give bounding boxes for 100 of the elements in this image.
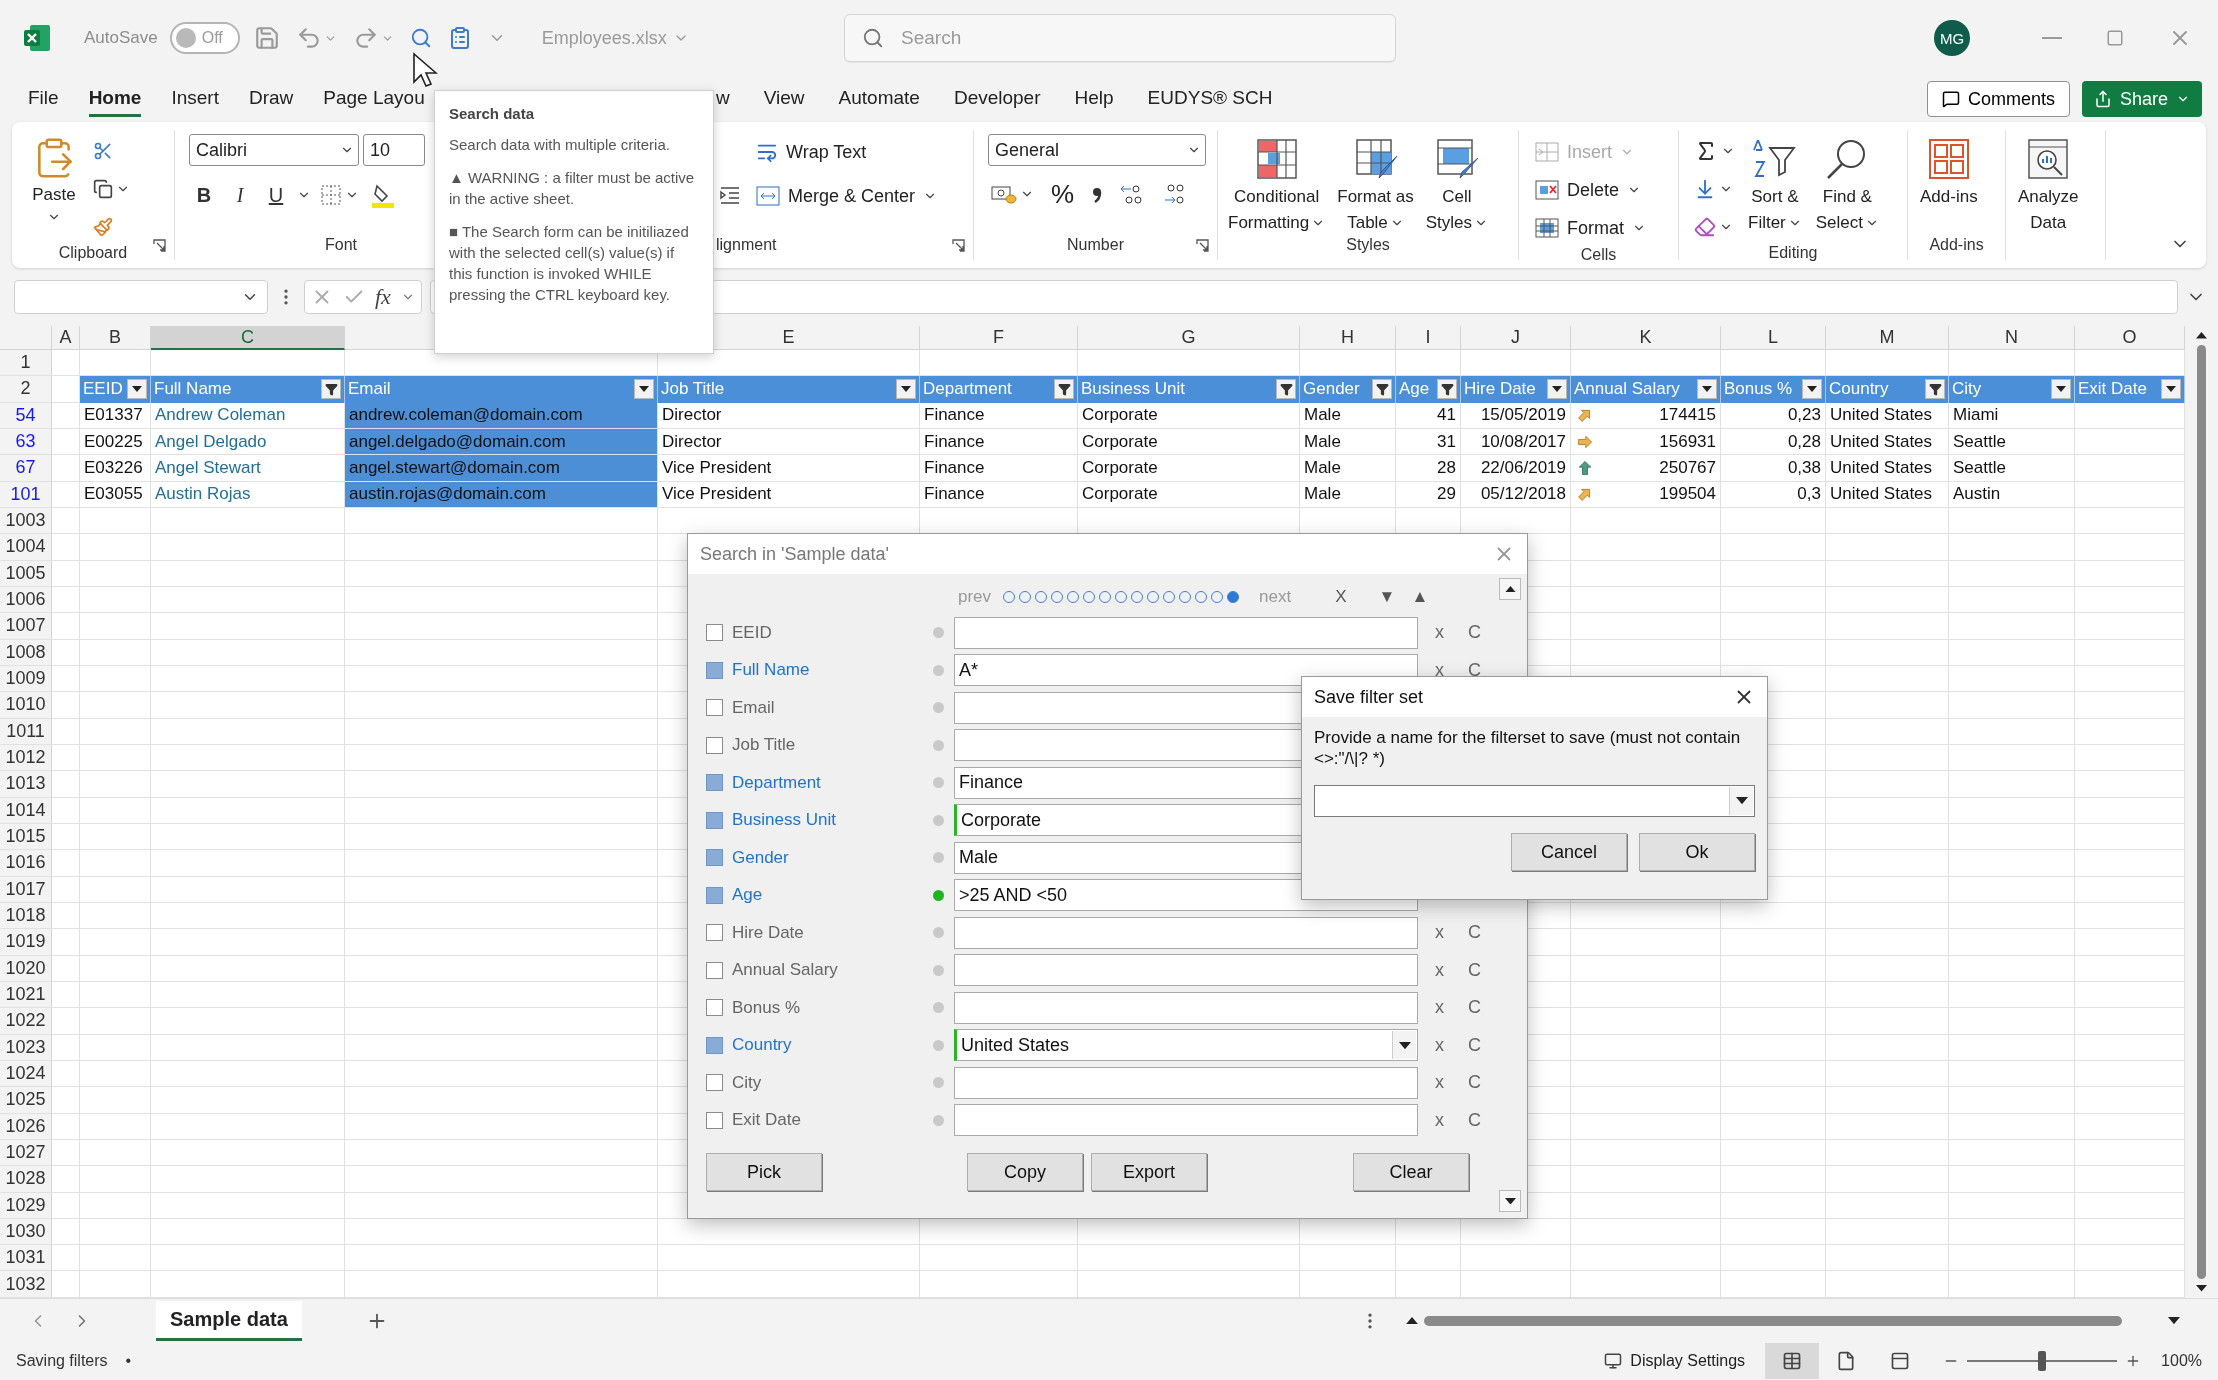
column-letter[interactable]: F (920, 326, 1078, 350)
column-letter[interactable]: I (1396, 326, 1461, 350)
move-down-button[interactable]: ▼ (1378, 587, 1396, 607)
menu-tab[interactable]: Page Layou (323, 81, 425, 117)
row-number[interactable]: 1027 (0, 1139, 52, 1167)
row-number[interactable]: 1028 (0, 1166, 52, 1193)
search-field[interactable]: Search (844, 14, 1396, 62)
c-button[interactable]: C (1461, 1034, 1488, 1056)
c-button[interactable]: C (1461, 622, 1488, 644)
clear-field-button[interactable]: x (1426, 997, 1453, 1019)
editing-button[interactable]: Find & Select (1811, 134, 1884, 236)
row-number[interactable]: 1032 (0, 1271, 52, 1298)
cells-button[interactable]: Delete (1531, 172, 1650, 208)
row-number[interactable]: 1025 (0, 1087, 52, 1114)
wrap-text-button[interactable]: Wrap Text (752, 134, 942, 170)
dialog-button[interactable]: Export (1091, 1153, 1207, 1191)
add-ins-button[interactable]: Add-ins (1916, 134, 1982, 210)
row-number[interactable]: 1015 (0, 823, 52, 851)
row-number[interactable]: 101 (0, 481, 52, 508)
row-number[interactable]: 1016 (0, 850, 52, 877)
style-button[interactable]: Conditional Formatting (1224, 134, 1330, 236)
row-number[interactable]: 1004 (0, 534, 52, 561)
move-up-button[interactable]: ▲ (1411, 587, 1429, 607)
menu-tab[interactable]: File (28, 81, 59, 117)
menu-tab[interactable]: w (716, 81, 730, 117)
row-number[interactable]: 1019 (0, 929, 52, 956)
c-button[interactable]: C (1461, 959, 1488, 981)
menu-tab[interactable]: Help (1074, 81, 1114, 117)
c-button[interactable]: C (1461, 1109, 1488, 1131)
row-number[interactable]: 1012 (0, 744, 52, 772)
style-button[interactable]: Format as Table (1333, 134, 1418, 236)
c-button[interactable]: C (1461, 1072, 1488, 1094)
row-number[interactable]: 1011 (0, 718, 52, 745)
row-number[interactable]: 1007 (0, 613, 52, 640)
underline-button[interactable]: U (261, 178, 291, 212)
clear-field-button[interactable]: x (1426, 1072, 1453, 1094)
editing-button[interactable]: Sort & Filter (1744, 134, 1806, 236)
column-letter[interactable]: M (1826, 326, 1949, 350)
row-number[interactable]: 1020 (0, 955, 52, 982)
font-name-field[interactable]: Calibri (189, 134, 359, 166)
row-number[interactable]: 1009 (0, 665, 52, 693)
column-letter[interactable]: G (1078, 326, 1300, 350)
display-settings-button[interactable]: Display Settings (1600, 1343, 1750, 1379)
row-number[interactable]: 1026 (0, 1113, 52, 1140)
paste-button[interactable]: Paste (28, 134, 80, 226)
clear-field-button[interactable]: x (1426, 922, 1453, 944)
column-letter[interactable]: A (52, 326, 80, 350)
style-button[interactable]: Cell Styles (1421, 134, 1493, 236)
column-letter[interactable]: C (151, 326, 345, 350)
row-number[interactable]: 1031 (0, 1245, 52, 1272)
row-number[interactable]: 1008 (0, 639, 52, 666)
column-letter[interactable]: N (1949, 326, 2075, 350)
clear-all-button[interactable]: X (1335, 587, 1347, 607)
menu-tab[interactable]: Automate (838, 81, 920, 117)
row-number[interactable]: 1005 (0, 560, 52, 587)
row-number[interactable]: 1 (0, 350, 52, 377)
row-number[interactable]: 1023 (0, 1034, 52, 1061)
c-button[interactable]: C (1461, 922, 1488, 944)
clear-field-button[interactable]: x (1426, 622, 1453, 644)
cells-button[interactable]: Format (1531, 210, 1650, 246)
font-size-field[interactable]: 10 (363, 134, 425, 166)
column-letter[interactable]: J (1461, 326, 1571, 350)
clear-field-button[interactable]: x (1426, 959, 1453, 981)
insert-function-button[interactable]: fx (375, 284, 391, 310)
c-button[interactable]: C (1461, 997, 1488, 1019)
menu-tab[interactable]: EUDYS® SCH (1147, 81, 1273, 117)
account-avatar[interactable]: MG (1934, 20, 1970, 56)
menu-tab[interactable]: View (763, 81, 805, 117)
analyze-data-button[interactable]: Analyze Data (2014, 134, 2083, 236)
row-number[interactable]: 1017 (0, 876, 52, 903)
row-number[interactable]: 1024 (0, 1060, 52, 1088)
column-letter[interactable]: K (1571, 326, 1721, 350)
sheet-tab[interactable]: Sample data (156, 1300, 302, 1341)
dialog-button[interactable]: Cancel (1511, 833, 1627, 871)
clear-field-button[interactable]: x (1426, 1109, 1453, 1131)
percent-button[interactable]: % (1047, 176, 1079, 212)
bold-button[interactable]: B (189, 178, 219, 212)
comments-button[interactable]: Comments (1926, 81, 2070, 117)
row-number[interactable]: 1022 (0, 1008, 52, 1035)
dialog-button[interactable]: Pick (706, 1153, 822, 1191)
italic-button[interactable]: I (225, 178, 255, 212)
row-number[interactable]: 1029 (0, 1192, 52, 1219)
row-number[interactable]: 2 (0, 376, 52, 403)
menu-tab[interactable]: Draw (248, 81, 294, 117)
row-number[interactable]: 1030 (0, 1218, 52, 1246)
dialog-button[interactable]: Ok (1639, 833, 1755, 871)
column-letter[interactable]: O (2075, 326, 2185, 350)
clear-field-button[interactable]: x (1426, 1034, 1453, 1056)
row-number[interactable]: 1010 (0, 692, 52, 719)
column-letter[interactable]: B (80, 326, 151, 350)
column-letter[interactable]: H (1300, 326, 1396, 350)
row-number[interactable]: 1003 (0, 507, 52, 535)
menu-tab[interactable]: Home (88, 81, 142, 117)
row-number[interactable]: 1018 (0, 902, 52, 930)
filter-combo[interactable]: United States (954, 1029, 1418, 1062)
share-button[interactable]: Share (2081, 81, 2202, 117)
number-format-field[interactable]: General (988, 134, 1206, 166)
dialog-button[interactable]: Copy (967, 1153, 1083, 1191)
column-letter[interactable]: L (1721, 326, 1826, 350)
menu-tab[interactable]: Insert (171, 81, 219, 117)
